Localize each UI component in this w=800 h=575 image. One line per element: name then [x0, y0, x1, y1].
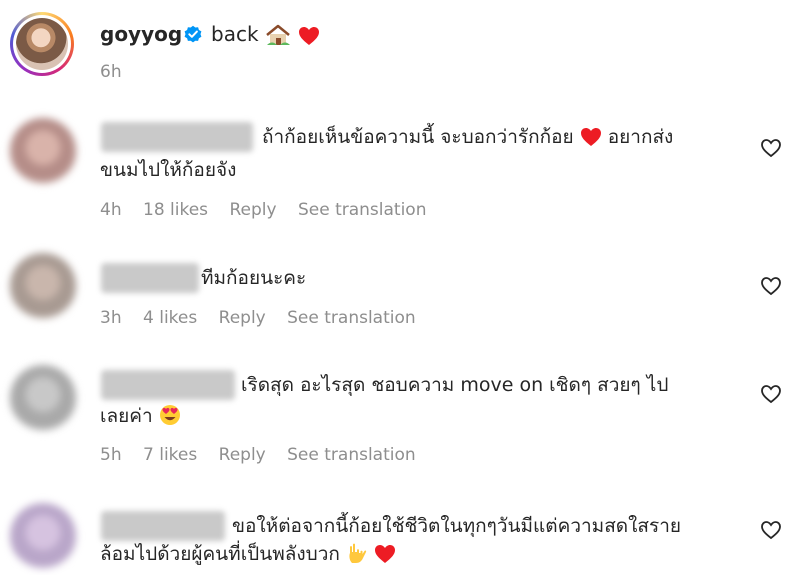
- comment-meta: 4h 18 likes Reply See translation: [100, 200, 442, 220]
- post-header: goyyog back 6h: [0, 0, 800, 100]
- red-heart-emoji-icon: [299, 27, 319, 45]
- see-translation-button[interactable]: See translation: [298, 200, 427, 220]
- comment-likes[interactable]: 4 likes: [143, 308, 197, 328]
- comment-text: ถ้าก้อยเห็นข้อความนี้ จะบอกว่ารักก้อย อย…: [262, 126, 674, 148]
- heart-outline-icon[interactable]: [760, 138, 782, 158]
- commenter-username-blurred[interactable]: [101, 370, 235, 400]
- comment-meta: 3h 4 likes Reply See translation: [100, 308, 432, 328]
- commenter-avatar[interactable]: [10, 365, 76, 431]
- heart-eyes-emoji-icon: [159, 405, 180, 425]
- commenter-avatar[interactable]: [10, 118, 76, 184]
- comment-item: ถ้าก้อยเห็นข้อความนี้ จะบอกว่ารักก้อย อย…: [0, 110, 800, 230]
- commenter-avatar[interactable]: [10, 503, 76, 569]
- comment-text-continued: ล้อมไปด้วยผู้คนที่เป็นพลังบวก: [100, 539, 396, 569]
- reply-button[interactable]: Reply: [219, 445, 266, 465]
- comment-text: ขอให้ต่อจากนี้ก้อยใช้ชีวิตในทุกๆวันมีแต่…: [232, 515, 682, 537]
- verified-badge-icon: [184, 25, 202, 43]
- comment-item: ขอให้ต่อจากนี้ก้อยใช้ชีวิตในทุกๆวันมีแต่…: [0, 495, 800, 575]
- comment-time: 3h: [100, 308, 122, 328]
- post-author-avatar[interactable]: [10, 12, 74, 76]
- commenter-username-blurred[interactable]: [101, 263, 199, 293]
- post-username[interactable]: goyyog: [100, 22, 182, 46]
- post-caption: back: [211, 22, 259, 46]
- comment-item: ทีมก้อยนะคะ 3h 4 likes Reply See transla…: [0, 245, 800, 335]
- see-translation-button[interactable]: See translation: [287, 445, 416, 465]
- comment-item: เริดสุด อะไรสุด ชอบความ move on เชิดๆ สว…: [0, 355, 800, 480]
- love-you-gesture-emoji-icon: [349, 543, 367, 563]
- heart-outline-icon[interactable]: [760, 384, 782, 404]
- comment-time: 4h: [100, 200, 122, 220]
- see-translation-button[interactable]: See translation: [287, 308, 416, 328]
- house-emoji-icon: [266, 24, 290, 45]
- heart-outline-icon[interactable]: [760, 276, 782, 296]
- red-heart-emoji-icon: [375, 545, 396, 563]
- commenter-username-blurred[interactable]: [101, 511, 225, 541]
- comment-text-continued: เลยค่า: [100, 401, 181, 431]
- comment-likes[interactable]: 18 likes: [143, 200, 208, 220]
- reply-button[interactable]: Reply: [229, 200, 276, 220]
- commenter-username-blurred[interactable]: [101, 122, 253, 152]
- comment-text: เริดสุด อะไรสุด ชอบความ move on เชิดๆ สว…: [241, 374, 669, 396]
- commenter-avatar[interactable]: [10, 253, 76, 319]
- comment-text: ทีมก้อยนะคะ: [201, 267, 307, 289]
- reply-button[interactable]: Reply: [219, 308, 266, 328]
- heart-outline-icon[interactable]: [760, 520, 782, 540]
- comment-likes[interactable]: 7 likes: [143, 445, 197, 465]
- comment-meta: 5h 7 likes Reply See translation: [100, 445, 432, 465]
- red-heart-emoji-icon: [580, 128, 601, 146]
- comment-text-continued: ขนมไปให้ก้อยจัง: [100, 159, 237, 181]
- post-timestamp: 6h: [100, 62, 122, 82]
- comment-time: 5h: [100, 445, 122, 465]
